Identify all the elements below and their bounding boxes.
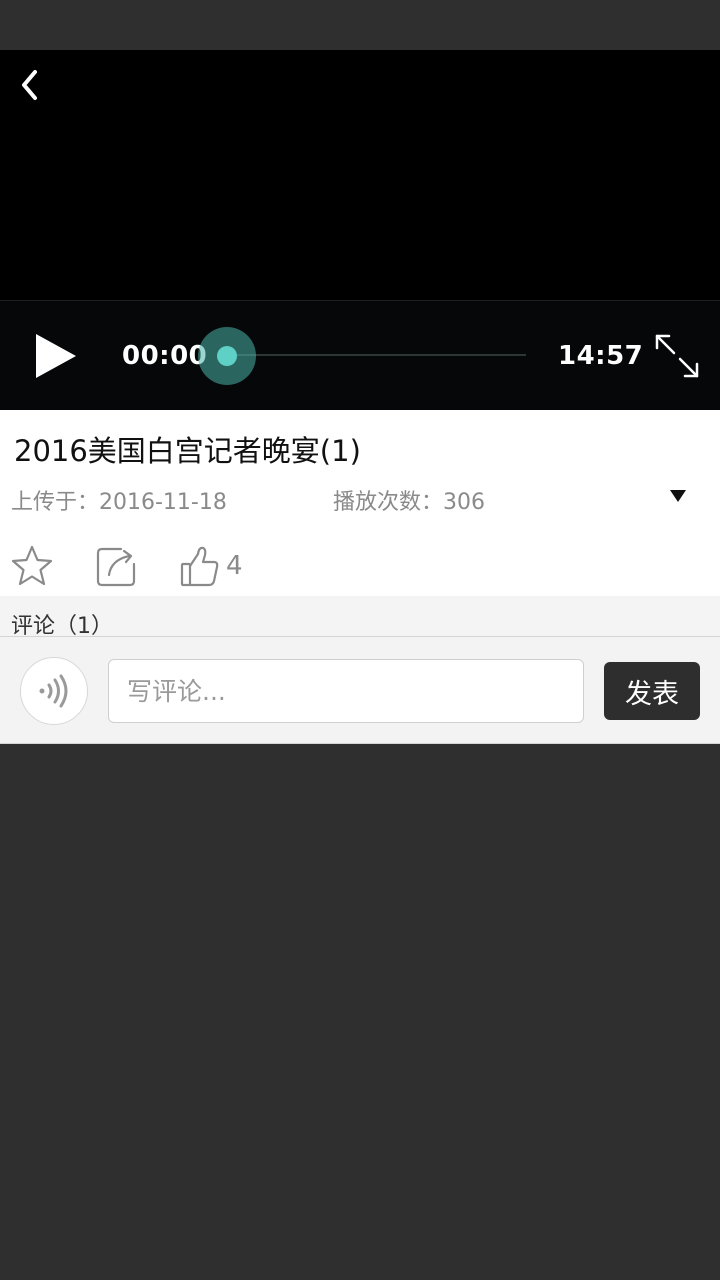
total-time: 14:57 — [558, 341, 644, 371]
current-time: 00:00 — [122, 341, 208, 371]
player-controls: 00:00 14:57 — [0, 300, 720, 410]
seek-thumb[interactable] — [198, 327, 256, 385]
expand-button[interactable] — [664, 486, 692, 506]
voice-icon — [39, 674, 68, 708]
like-count: 4 — [226, 551, 243, 581]
send-button[interactable]: 发表 — [604, 662, 700, 720]
seek-thumb-dot — [217, 346, 237, 366]
play-button[interactable] — [30, 331, 80, 381]
video-info: 2016美国白宫记者晚宴(1) 上传于：2016-11-18 播放次数：306 … — [0, 410, 720, 596]
fullscreen-button[interactable] — [652, 331, 702, 381]
play-count: 播放次数：306 — [333, 490, 485, 515]
seek-bar[interactable] — [226, 354, 526, 356]
status-bar — [0, 0, 720, 50]
comment-input-bar: 发表 — [0, 636, 720, 744]
video-area[interactable] — [0, 50, 720, 300]
comment-input[interactable] — [108, 659, 584, 723]
fullscreen-icon — [655, 334, 699, 378]
share-button[interactable] — [95, 540, 139, 592]
voice-button[interactable] — [20, 657, 88, 725]
dropdown-arrow-icon — [670, 490, 686, 502]
video-title: 2016美国白宫记者晚宴(1) — [14, 434, 361, 468]
star-icon — [11, 545, 53, 586]
share-icon — [96, 547, 136, 587]
upload-date: 上传于：2016-11-18 — [11, 490, 227, 515]
action-row: 4 — [0, 540, 720, 592]
favorite-button[interactable] — [10, 540, 54, 592]
like-button[interactable]: 4 — [180, 540, 243, 592]
back-button[interactable] — [14, 68, 44, 102]
back-icon — [22, 70, 37, 100]
thumbs-up-icon — [180, 546, 219, 587]
comments-header: 评论（1） — [0, 596, 720, 639]
play-icon — [36, 334, 76, 378]
